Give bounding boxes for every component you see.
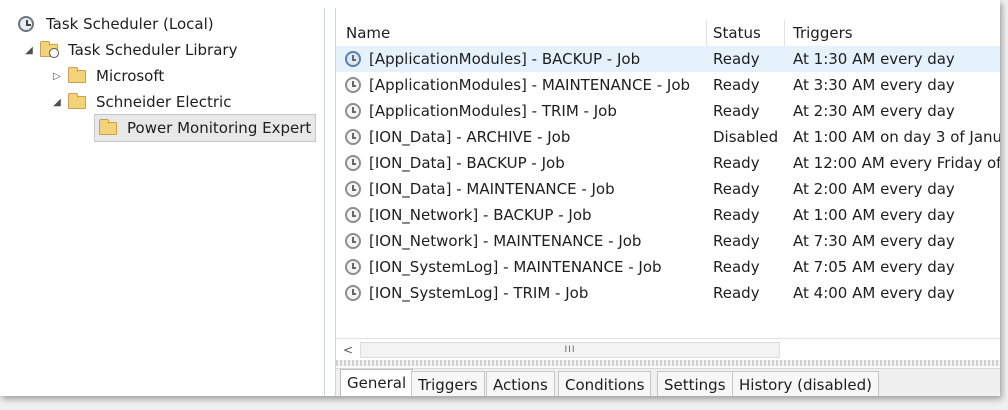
task-scheduler-window: Task Scheduler (Local) ◢ Task Scheduler … — [0, 0, 1000, 396]
task-name: [ION_SystemLog] - TRIM - Job — [369, 284, 589, 302]
tab-conditions[interactable]: Conditions — [558, 371, 652, 396]
task-status: Ready — [713, 258, 760, 276]
task-clock-icon — [345, 181, 361, 197]
column-header-name[interactable]: Name — [346, 20, 390, 46]
tab-settings[interactable]: Settings — [657, 371, 733, 396]
task-clock-icon — [345, 77, 361, 93]
task-status: Ready — [713, 206, 760, 224]
tree-item-power-monitoring-expert[interactable]: Power Monitoring Expert — [94, 114, 317, 142]
task-trigger: At 3:30 AM every day — [793, 76, 955, 94]
task-name: [ION_Network] - BACKUP - Job — [369, 206, 592, 224]
task-trigger: At 2:00 AM every day — [793, 180, 955, 198]
table-row[interactable]: [ApplicationModules] - TRIM - Job Ready … — [336, 98, 1000, 124]
table-row[interactable]: [ION_Network] - BACKUP - Job Ready At 1:… — [336, 202, 1000, 228]
task-name: [ION_Data] - ARCHIVE - Job — [369, 128, 571, 146]
horizontal-scrollbar[interactable]: < III — [336, 338, 1000, 361]
column-header-status[interactable]: Status — [713, 20, 761, 46]
task-clock-icon — [345, 207, 361, 223]
scrollbar-thumb[interactable]: III — [360, 342, 780, 358]
task-list-pane: Name Status Triggers [ApplicationModules… — [335, 8, 1000, 396]
task-trigger: At 1:00 AM every day — [793, 206, 955, 224]
tree-item-label: Power Monitoring Expert — [127, 119, 312, 137]
collapsed-arrow-icon[interactable]: ▷ — [50, 71, 64, 82]
tree-item-label: Task Scheduler (Local) — [46, 15, 214, 33]
task-clock-icon — [345, 51, 361, 67]
task-name: [ION_SystemLog] - MAINTENANCE - Job — [369, 258, 662, 276]
table-row[interactable]: [ION_Data] - ARCHIVE - Job Disabled At 1… — [336, 124, 1000, 150]
task-status: Ready — [713, 232, 760, 250]
task-trigger: At 2:30 AM every day — [793, 102, 955, 120]
column-divider[interactable] — [784, 20, 785, 46]
task-clock-icon — [345, 285, 361, 301]
navigation-tree: Task Scheduler (Local) ◢ Task Scheduler … — [8, 8, 325, 396]
task-clock-icon — [345, 155, 361, 171]
tree-item-label: Schneider Electric — [96, 93, 232, 111]
task-trigger: At 12:00 AM every Friday of — [793, 154, 1000, 172]
task-name: [ApplicationModules] - TRIM - Job — [369, 102, 617, 120]
task-trigger: At 4:00 AM every day — [793, 284, 955, 302]
task-status: Ready — [713, 102, 760, 120]
tree-item-task-scheduler-library[interactable]: ◢ Task Scheduler Library — [22, 38, 237, 62]
task-clock-icon — [345, 103, 361, 119]
task-status: Ready — [713, 50, 760, 68]
task-status: Ready — [713, 284, 760, 302]
column-divider[interactable] — [706, 20, 707, 46]
task-status: Ready — [713, 154, 760, 172]
task-name: [ION_Data] - MAINTENANCE - Job — [369, 180, 615, 198]
table-row[interactable]: [ION_Data] - BACKUP - Job Ready At 12:00… — [336, 150, 1000, 176]
task-trigger: At 7:30 AM every day — [793, 232, 955, 250]
task-status: Ready — [713, 76, 760, 94]
task-clock-icon — [345, 259, 361, 275]
task-status: Disabled — [713, 128, 779, 146]
folder-icon — [99, 119, 119, 137]
details-tab-bar: General Triggers Actions Conditions Sett… — [336, 368, 1000, 396]
tree-item-label: Task Scheduler Library — [68, 41, 238, 59]
task-status: Ready — [713, 180, 760, 198]
task-trigger: At 1:30 AM every day — [793, 50, 955, 68]
task-name: [ION_Network] - MAINTENANCE - Job — [369, 232, 642, 250]
pane-splitter[interactable] — [336, 360, 1000, 366]
table-header: Name Status Triggers — [336, 20, 1000, 47]
task-trigger: At 1:00 AM on day 3 of Janu — [793, 128, 1000, 146]
tab-triggers[interactable]: Triggers — [411, 371, 485, 396]
task-table: Name Status Triggers [ApplicationModules… — [336, 8, 1000, 338]
task-name: [ApplicationModules] - BACKUP - Job — [369, 50, 641, 68]
table-row[interactable]: [ApplicationModules] - MAINTENANCE - Job… — [336, 72, 1000, 98]
task-clock-icon — [345, 129, 361, 145]
tab-general[interactable]: General — [340, 369, 414, 396]
table-row[interactable]: [ION_Data] - MAINTENANCE - Job Ready At … — [336, 176, 1000, 202]
tree-item-microsoft[interactable]: ▷ Microsoft — [50, 64, 164, 88]
scroll-left-arrow-icon[interactable]: < — [340, 341, 356, 359]
task-name: [ION_Data] - BACKUP - Job — [369, 154, 565, 172]
column-header-triggers[interactable]: Triggers — [793, 20, 853, 46]
tree-item-schneider-electric[interactable]: ◢ Schneider Electric — [50, 90, 231, 114]
table-row[interactable]: [ApplicationModules] - BACKUP - Job Read… — [336, 46, 1000, 72]
folder-clock-icon — [40, 41, 60, 59]
tree-item-task-scheduler-local[interactable]: Task Scheduler (Local) — [18, 12, 214, 36]
task-name: [ApplicationModules] - MAINTENANCE - Job — [369, 76, 691, 94]
expanded-arrow-icon[interactable]: ◢ — [50, 97, 64, 108]
table-row[interactable]: [ION_Network] - MAINTENANCE - Job Ready … — [336, 228, 1000, 254]
tab-actions[interactable]: Actions — [486, 371, 555, 396]
expanded-arrow-icon[interactable]: ◢ — [22, 45, 36, 56]
table-row[interactable]: [ION_SystemLog] - MAINTENANCE - Job Read… — [336, 254, 1000, 280]
table-row[interactable]: [ION_SystemLog] - TRIM - Job Ready At 4:… — [336, 280, 1000, 306]
task-trigger: At 7:05 AM every day — [793, 258, 955, 276]
task-scheduler-clock-icon — [18, 15, 38, 33]
task-clock-icon — [345, 233, 361, 249]
folder-icon — [68, 93, 88, 111]
folder-icon — [68, 67, 88, 85]
tab-history[interactable]: History (disabled) — [732, 371, 879, 396]
tree-item-label: Microsoft — [96, 67, 165, 85]
